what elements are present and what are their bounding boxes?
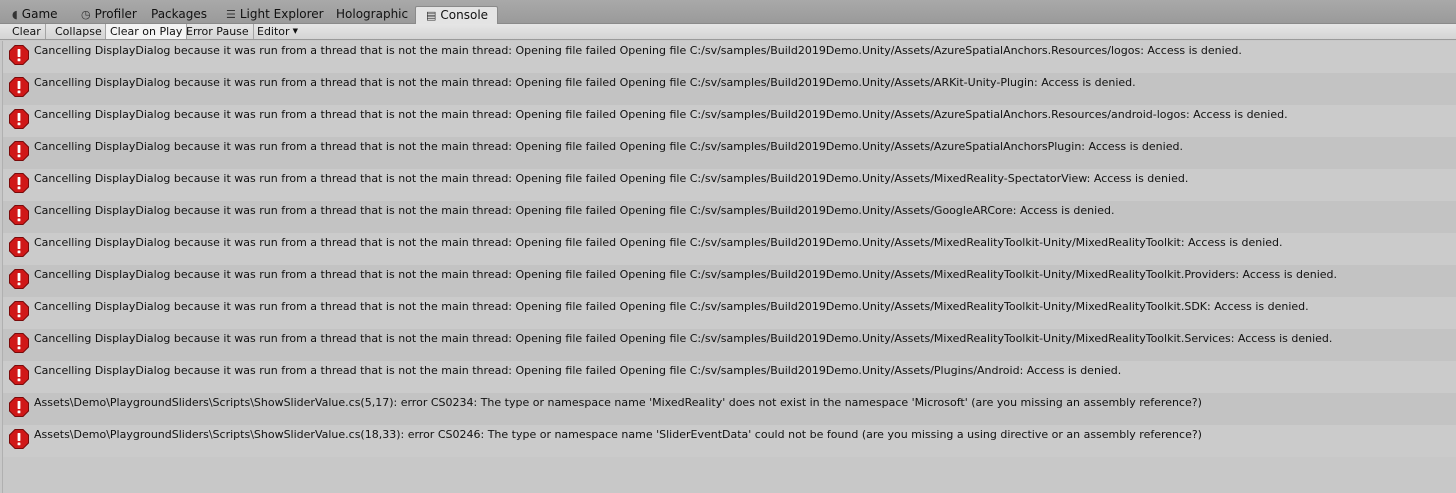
log-entry[interactable]: Cancelling DisplayDialog because it was … (3, 169, 1456, 201)
tab-label: Profiler (94, 7, 137, 21)
log-entry[interactable]: Cancelling DisplayDialog because it was … (3, 233, 1456, 265)
tab-label: Console (440, 8, 489, 22)
log-entry[interactable]: Assets\Demo\PlaygroundSliders\Scripts\Sh… (3, 425, 1456, 457)
log-entry[interactable]: Cancelling DisplayDialog because it was … (3, 361, 1456, 393)
error-icon (9, 301, 29, 321)
error-icon (9, 397, 29, 417)
tab-light-explorer[interactable]: ☰ Light Explorer (226, 6, 324, 23)
log-message: Cancelling DisplayDialog because it was … (34, 76, 1136, 89)
tab-label: Packages (151, 7, 207, 21)
error-icon (9, 429, 29, 449)
tab-console[interactable]: ▤ Console (415, 6, 499, 24)
error-icon (9, 173, 29, 193)
log-message: Cancelling DisplayDialog because it was … (34, 236, 1283, 249)
clear-button[interactable]: Clear (8, 24, 46, 39)
error-icon (9, 45, 29, 65)
collapse-button[interactable]: Collapse (51, 24, 107, 39)
log-entry[interactable]: Cancelling DisplayDialog because it was … (3, 265, 1456, 297)
error-icon (9, 333, 29, 353)
log-message: Cancelling DisplayDialog because it was … (34, 44, 1242, 57)
log-entry[interactable]: Cancelling DisplayDialog because it was … (3, 105, 1456, 137)
editor-dropdown[interactable]: Editor ▼ (253, 24, 302, 39)
log-entry[interactable]: Cancelling DisplayDialog because it was … (3, 41, 1456, 73)
console-log-list[interactable]: Cancelling DisplayDialog because it was … (2, 41, 1456, 493)
tab-label: Light Explorer (239, 7, 324, 21)
log-message: Cancelling DisplayDialog because it was … (34, 332, 1333, 345)
log-entry[interactable]: Cancelling DisplayDialog because it was … (3, 73, 1456, 105)
game-icon: ◖ (12, 8, 18, 21)
console-icon: ▤ (426, 9, 437, 22)
log-message: Cancelling DisplayDialog because it was … (34, 140, 1183, 153)
console-toolbar: Clear Collapse Clear on Play Error Pause… (0, 24, 1456, 40)
light-explorer-icon: ☰ (226, 8, 236, 21)
error-icon (9, 77, 29, 97)
log-message: Cancelling DisplayDialog because it was … (34, 204, 1115, 217)
error-icon (9, 237, 29, 257)
log-message: Cancelling DisplayDialog because it was … (34, 108, 1288, 121)
log-message: Cancelling DisplayDialog because it was … (34, 172, 1189, 185)
tab-game[interactable]: ◖ Game (12, 6, 58, 23)
error-icon (9, 365, 29, 385)
error-icon (9, 109, 29, 129)
editor-dropdown-label: Editor (257, 25, 290, 38)
log-message: Cancelling DisplayDialog because it was … (34, 268, 1338, 281)
log-entry[interactable]: Cancelling DisplayDialog because it was … (3, 137, 1456, 169)
chevron-down-icon: ▼ (292, 27, 298, 35)
log-entry[interactable]: Cancelling DisplayDialog because it was … (3, 201, 1456, 233)
tab-strip: ◖ Game ◷ Profiler Packages ☰ Light Explo… (0, 0, 1456, 24)
tab-label: Holographic (336, 7, 409, 21)
log-message: Cancelling DisplayDialog because it was … (34, 364, 1122, 377)
log-entry[interactable]: Cancelling DisplayDialog because it was … (3, 297, 1456, 329)
error-icon (9, 141, 29, 161)
error-icon (9, 269, 29, 289)
error-icon (9, 205, 29, 225)
log-message: Cancelling DisplayDialog because it was … (34, 300, 1309, 313)
log-message: Assets\Demo\PlaygroundSliders\Scripts\Sh… (34, 428, 1202, 441)
tab-packages[interactable]: Packages (151, 6, 207, 23)
tab-profiler[interactable]: ◷ Profiler (81, 6, 137, 23)
error-pause-button[interactable]: Error Pause (182, 24, 254, 39)
unity-editor-window: ◖ Game ◷ Profiler Packages ☰ Light Explo… (0, 0, 1456, 493)
tab-holographic[interactable]: Holographic (336, 6, 408, 23)
log-entry[interactable]: Cancelling DisplayDialog because it was … (3, 329, 1456, 361)
log-entry[interactable]: Assets\Demo\PlaygroundSliders\Scripts\Sh… (3, 393, 1456, 425)
log-message: Assets\Demo\PlaygroundSliders\Scripts\Sh… (34, 396, 1202, 409)
clear-on-play-button[interactable]: Clear on Play (105, 24, 188, 39)
tab-label: Game (21, 7, 58, 21)
profiler-icon: ◷ (81, 8, 91, 21)
